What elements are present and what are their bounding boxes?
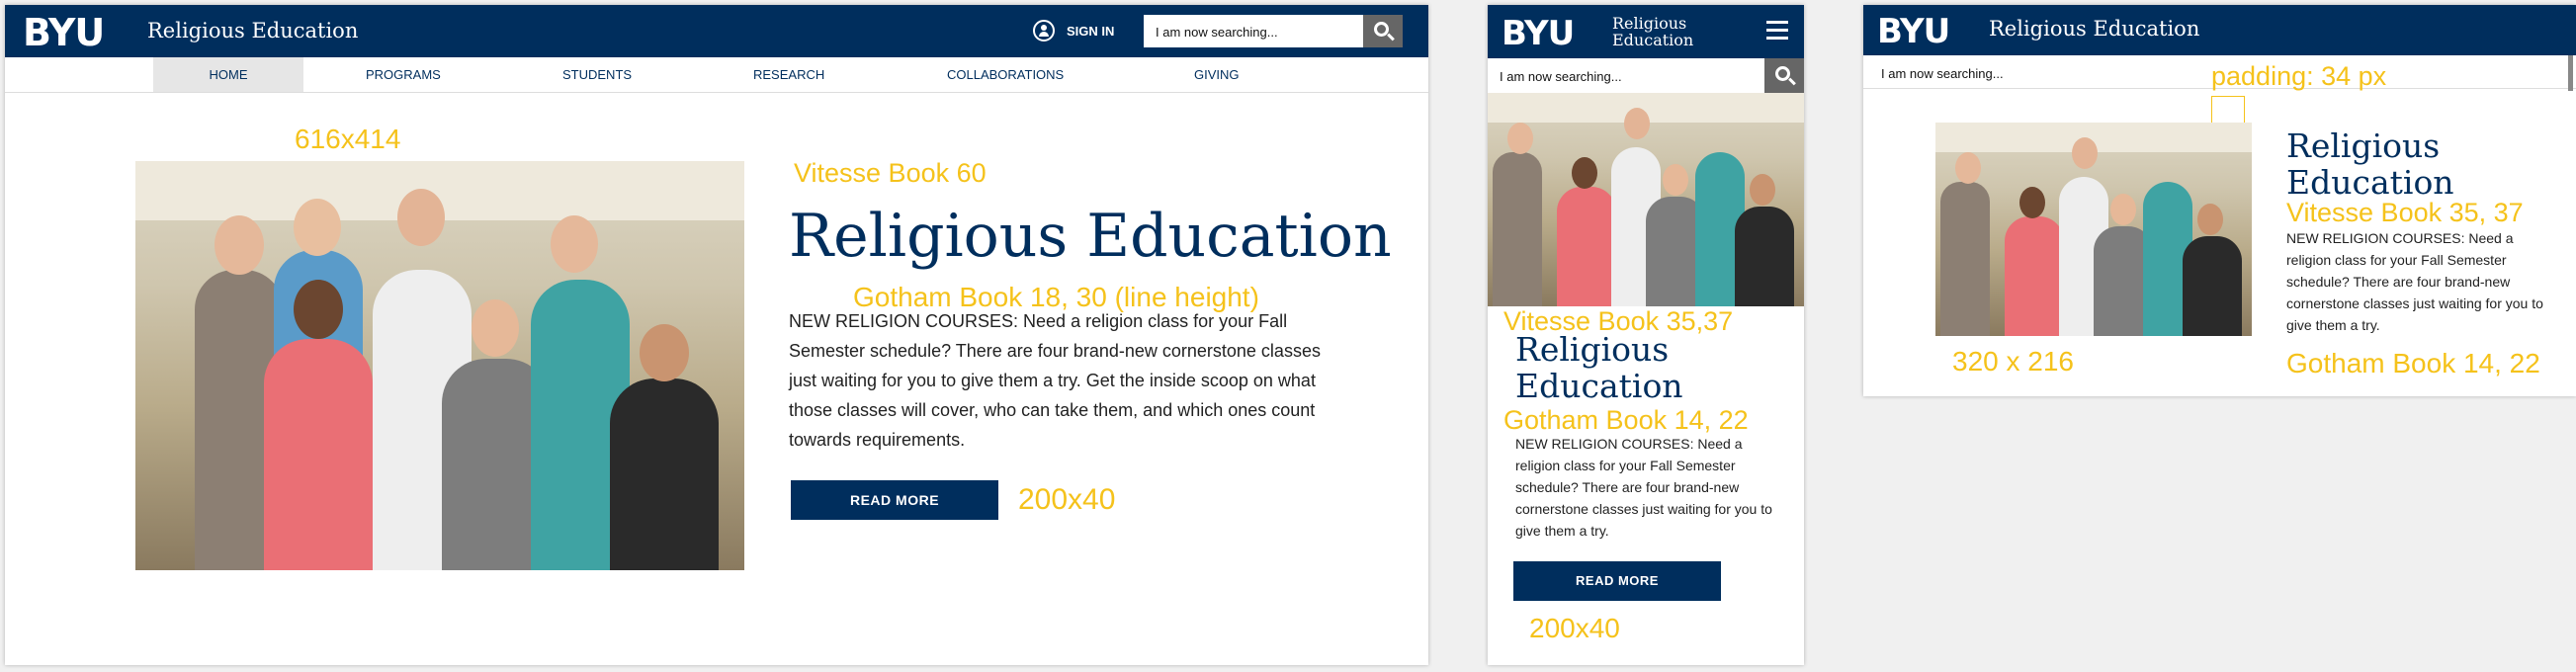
tablet-header: BYU Religious Education <box>1863 5 2576 55</box>
page-title-line1: Religious <box>1515 330 1670 369</box>
annotation-button-size: 200x40 <box>1018 483 1116 516</box>
page-title-line2: Education <box>2286 163 2454 202</box>
search-input[interactable]: I am now searching... <box>1488 58 1764 93</box>
desktop-nav: HOME PROGRAMS STUDENTS RESEARCH COLLABOR… <box>5 57 1428 93</box>
department-name[interactable]: Religious Education <box>147 19 358 42</box>
annotation-body-font: Gotham Book 14, 22 <box>1503 405 1749 435</box>
desktop-header: BYU Religious Education SIGN IN I am now… <box>5 5 1428 57</box>
annotation-title-font: Vitesse Book 35, 37 <box>2286 198 2524 227</box>
intro-paragraph: NEW RELIGION COURSES: Need a religion cl… <box>1515 436 1772 539</box>
annotation-image-size: 320 x 216 <box>1952 346 2074 377</box>
tablet-layout: BYU Religious Education I am now searchi… <box>1863 5 2576 396</box>
annotation-image-size: 616x414 <box>295 124 401 154</box>
mobile-layout: BYU Religious Education I am now searchi… <box>1488 5 1804 665</box>
menu-icon[interactable] <box>1766 21 1788 40</box>
search-input[interactable]: I am now searching... <box>1144 15 1363 47</box>
mobile-header: BYU Religious Education <box>1488 5 1804 58</box>
annotation-title-font: Vitesse Book 60 <box>794 158 987 188</box>
page-title-line1: Religious <box>2286 126 2441 165</box>
hero-image <box>135 161 744 570</box>
annotation-button-size: 200x40 <box>1529 613 1620 643</box>
scrollbar[interactable] <box>2568 55 2573 91</box>
page-title-line2: Education <box>1515 367 1683 405</box>
intro-paragraph: NEW RELIGION COURSES: Need a religion cl… <box>789 311 1321 450</box>
search-button[interactable] <box>1764 58 1804 93</box>
sign-in-link[interactable]: SIGN IN <box>1067 24 1114 39</box>
byu-logo[interactable]: BYU <box>23 11 105 54</box>
nav-programs[interactable]: PROGRAMS <box>366 57 441 93</box>
byu-logo[interactable]: BYU <box>1502 14 1575 53</box>
page-title: Religious Education <box>789 202 1392 271</box>
annotation-body-font: Gotham Book 14, 22 <box>2286 348 2540 378</box>
hero-image <box>1488 93 1804 306</box>
read-more-button[interactable]: READ MORE <box>791 480 998 520</box>
desktop-layout: BYU Religious Education SIGN IN I am now… <box>5 5 1428 665</box>
department-name-line2[interactable]: Education <box>1612 32 1693 48</box>
nav-research[interactable]: RESEARCH <box>753 57 824 93</box>
nav-collaborations[interactable]: COLLABORATIONS <box>947 57 1064 93</box>
department-name[interactable]: Religious Education <box>1989 17 2199 41</box>
nav-giving[interactable]: GIVING <box>1194 57 1240 93</box>
nav-home[interactable]: HOME <box>153 57 303 92</box>
intro-paragraph: NEW RELIGION COURSES: Need a religion cl… <box>2286 230 2543 333</box>
user-icon[interactable] <box>1033 20 1055 42</box>
byu-logo[interactable]: BYU <box>1877 12 1950 51</box>
annotation-padding: padding: 34 px <box>2211 61 2387 91</box>
nav-students[interactable]: STUDENTS <box>562 57 632 93</box>
read-more-button[interactable]: READ MORE <box>1513 561 1721 601</box>
search-button[interactable] <box>1363 15 1403 47</box>
hero-image <box>1935 123 2252 336</box>
department-name-line1[interactable]: Religious <box>1612 15 1686 32</box>
